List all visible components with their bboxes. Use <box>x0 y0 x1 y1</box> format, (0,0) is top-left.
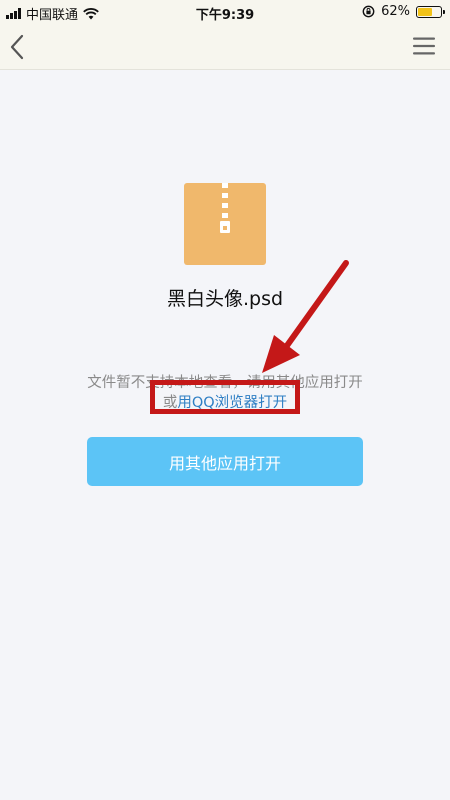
zip-archive-icon <box>184 183 266 265</box>
orientation-lock-icon <box>362 5 375 18</box>
hamburger-menu-icon <box>413 37 435 55</box>
status-bar: 中国联通 下午9:39 62% <box>0 0 450 24</box>
back-button[interactable] <box>4 30 34 64</box>
battery-icon <box>416 5 445 18</box>
file-name: 黑白头像.psd <box>166 288 284 310</box>
status-right: 62% <box>362 4 445 19</box>
battery-level <box>418 7 432 16</box>
red-arrow-annotation <box>262 260 349 373</box>
battery-percent: 62% <box>381 4 410 19</box>
highlight-box <box>150 380 300 414</box>
nav-bar <box>0 24 450 70</box>
open-with-other-app-button[interactable]: 用其他应用打开 <box>87 437 363 486</box>
chevron-left-icon <box>10 34 24 60</box>
menu-button[interactable] <box>412 34 436 58</box>
